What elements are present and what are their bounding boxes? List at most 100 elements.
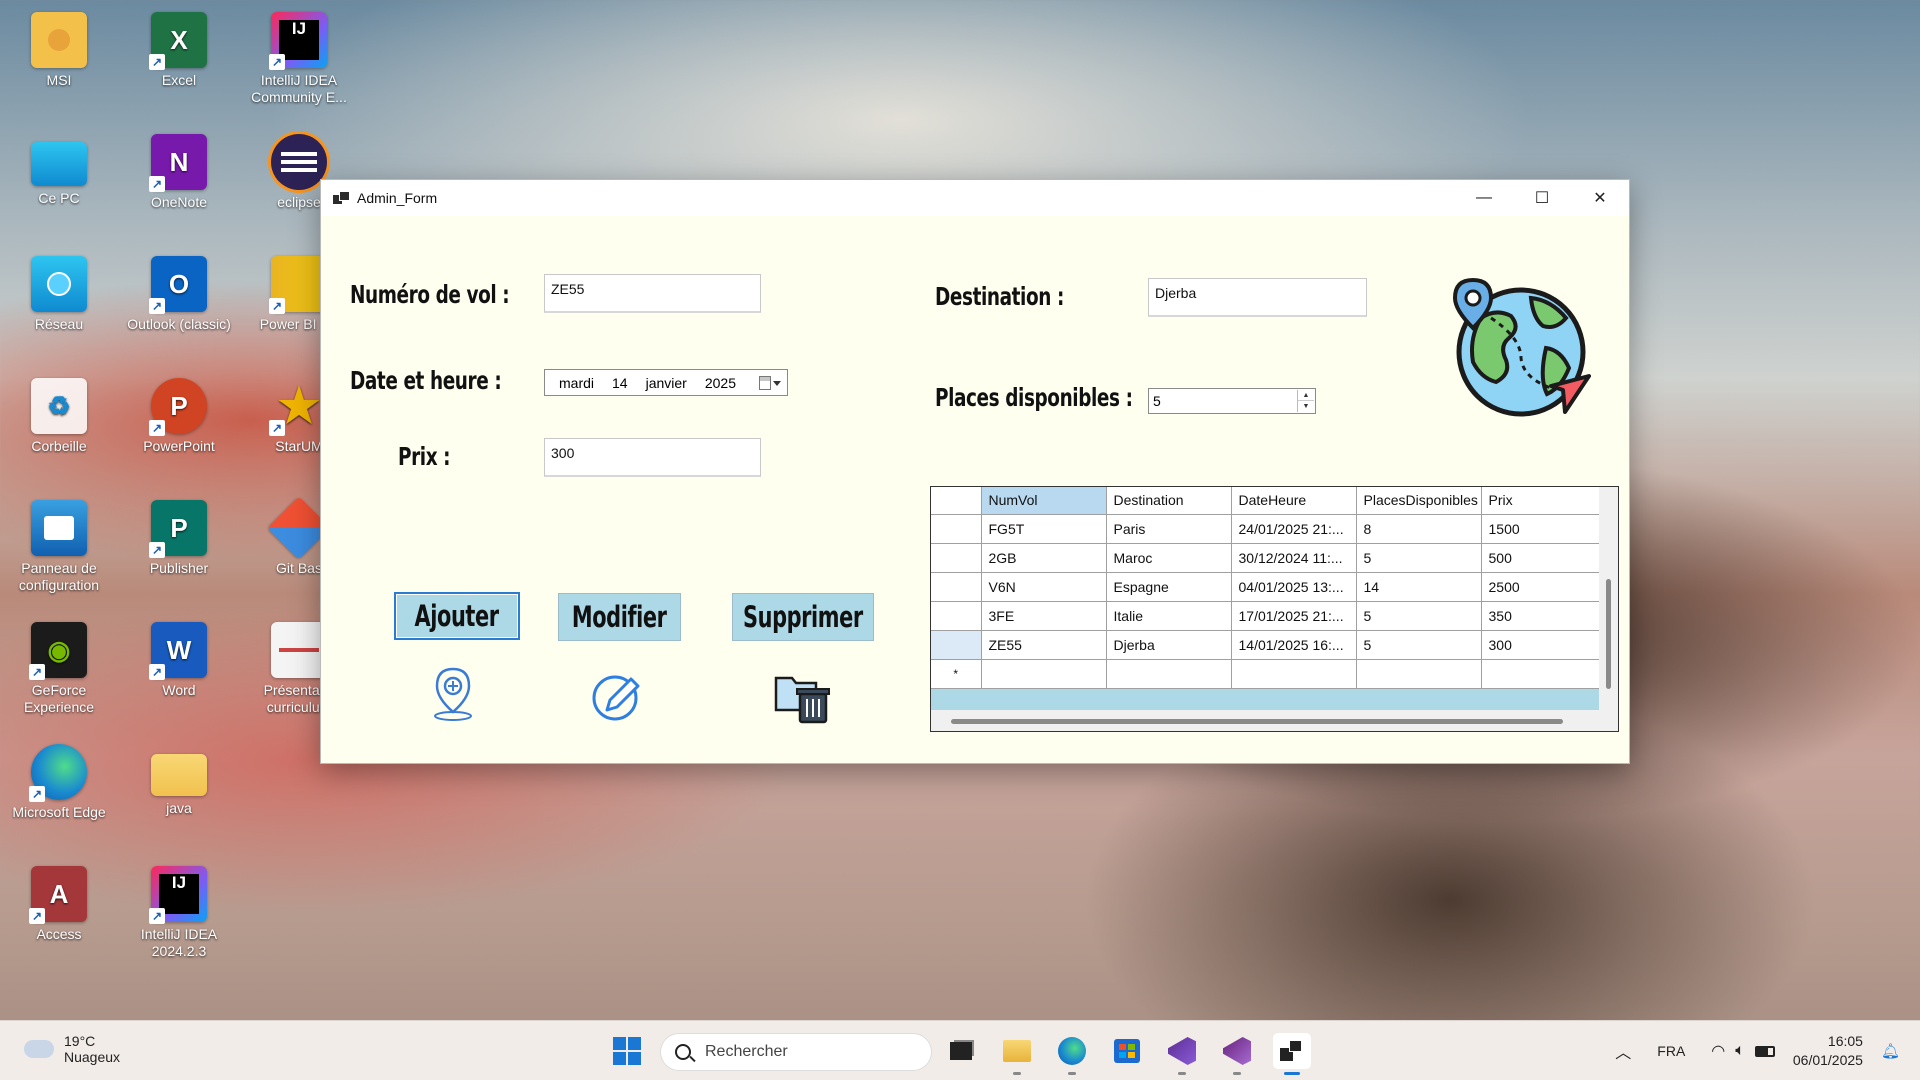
- table-cell[interactable]: [1231, 659, 1357, 689]
- numero-input[interactable]: ZE55: [544, 274, 761, 313]
- desktop-icon-word[interactable]: W ↗ Word: [124, 622, 234, 699]
- table-cell[interactable]: Italie: [1106, 601, 1232, 631]
- chevron-up-icon[interactable]: ︿: [1615, 1039, 1631, 1063]
- prix-input[interactable]: 300: [544, 438, 761, 477]
- desktop-icon-outlook[interactable]: O ↗ Outlook (classic): [124, 256, 234, 333]
- notification-bell-icon[interactable]: 🔔︎: [1881, 1042, 1900, 1060]
- table-cell[interactable]: V6N: [981, 572, 1107, 602]
- table-cell[interactable]: [981, 659, 1107, 689]
- table-cell[interactable]: [1481, 659, 1607, 689]
- vertical-scrollbar[interactable]: [1599, 487, 1618, 711]
- desktop-icon-publisher[interactable]: P ↗ Publisher: [124, 500, 234, 577]
- new-row-marker[interactable]: *: [931, 659, 982, 689]
- table-cell[interactable]: 1500: [1481, 514, 1607, 544]
- table-cell[interactable]: 30/12/2024 11:...: [1231, 543, 1357, 573]
- desktop-icon-edge[interactable]: ↗ Microsoft Edge: [4, 744, 114, 821]
- desktop-icon-java[interactable]: java: [124, 744, 234, 817]
- row-header[interactable]: [931, 572, 982, 602]
- start-button[interactable]: [608, 1033, 646, 1069]
- table-cell[interactable]: 04/01/2025 13:...: [1231, 572, 1357, 602]
- table-cell[interactable]: 24/01/2025 21:...: [1231, 514, 1357, 544]
- table-cell[interactable]: 17/01/2025 21:...: [1231, 601, 1357, 631]
- desktop-icon-ce-pc[interactable]: Ce PC: [4, 134, 114, 207]
- table-cell[interactable]: 3FE: [981, 601, 1107, 631]
- column-header[interactable]: PlacesDisponibles: [1356, 487, 1482, 515]
- ajouter-button[interactable]: Ajouter: [394, 592, 520, 640]
- desktop-icon-intellij-community[interactable]: IJ ↗ IntelliJ IDEA Community E...: [244, 12, 354, 106]
- taskbar-search[interactable]: Rechercher: [660, 1033, 932, 1071]
- supprimer-button[interactable]: Supprimer: [732, 593, 874, 641]
- column-header[interactable]: Destination: [1106, 487, 1232, 515]
- table-cell[interactable]: 350: [1481, 601, 1607, 631]
- table-cell[interactable]: Espagne: [1106, 572, 1232, 602]
- table-cell[interactable]: ZE55: [981, 630, 1107, 660]
- row-header[interactable]: [931, 630, 982, 660]
- table-row[interactable]: 3FE Italie 17/01/2025 21:... 5 350: [931, 601, 1607, 631]
- taskbar-visual-studio-installer[interactable]: [1163, 1033, 1201, 1075]
- table-cell[interactable]: 5: [1356, 601, 1482, 631]
- maximize-button[interactable]: ☐: [1513, 180, 1571, 216]
- language-indicator[interactable]: FRA: [1657, 1043, 1685, 1059]
- title-bar[interactable]: Admin_Form — ☐ ✕: [321, 180, 1629, 216]
- row-header[interactable]: [931, 514, 982, 544]
- table-cell[interactable]: 8: [1356, 514, 1482, 544]
- close-button[interactable]: ✕: [1571, 180, 1629, 216]
- flights-datagrid[interactable]: NumVol Destination DateHeure PlacesDispo…: [930, 486, 1619, 732]
- row-header-corner[interactable]: [931, 487, 982, 515]
- table-cell[interactable]: 5: [1356, 543, 1482, 573]
- table-row[interactable]: 2GB Maroc 30/12/2024 11:... 5 500: [931, 543, 1607, 573]
- modifier-button[interactable]: Modifier: [558, 593, 681, 641]
- taskbar-visual-studio[interactable]: [1218, 1033, 1256, 1075]
- wifi-icon[interactable]: ◠: [1711, 1041, 1725, 1061]
- minimize-button[interactable]: —: [1455, 180, 1513, 216]
- desktop-icon-panneau[interactable]: Panneau de configuration: [4, 500, 114, 594]
- table-cell[interactable]: 500: [1481, 543, 1607, 573]
- table-cell[interactable]: Maroc: [1106, 543, 1232, 573]
- desktop-icon-msi[interactable]: MSI: [4, 12, 114, 89]
- table-cell[interactable]: Paris: [1106, 514, 1232, 544]
- table-cell[interactable]: 300: [1481, 630, 1607, 660]
- destination-input[interactable]: Djerba: [1148, 278, 1367, 317]
- horizontal-scrollbar[interactable]: [931, 710, 1600, 731]
- desktop-icon-intellij[interactable]: IJ ↗ IntelliJ IDEA 2024.2.3: [124, 866, 234, 960]
- weather-widget[interactable]: 19°C Nuageux: [24, 1033, 120, 1065]
- taskbar-store[interactable]: [1108, 1033, 1146, 1069]
- table-cell[interactable]: 5: [1356, 630, 1482, 660]
- column-header[interactable]: DateHeure: [1231, 487, 1357, 515]
- desktop-icon-geforce[interactable]: ◉ ↗ GeForce Experience: [4, 622, 114, 716]
- table-cell[interactable]: [1356, 659, 1482, 689]
- table-cell[interactable]: [1106, 659, 1232, 689]
- desktop-icon-powerpoint[interactable]: P ↗ PowerPoint: [124, 378, 234, 455]
- clock[interactable]: 16:05 06/01/2025: [1793, 1032, 1863, 1070]
- table-row-selected[interactable]: ZE55 Djerba 14/01/2025 16:... 5 300: [931, 630, 1607, 660]
- table-cell[interactable]: 14: [1356, 572, 1482, 602]
- table-row[interactable]: FG5T Paris 24/01/2025 21:... 8 1500: [931, 514, 1607, 544]
- date-picker[interactable]: mardi 14 janvier 2025: [544, 369, 788, 396]
- row-header[interactable]: [931, 543, 982, 573]
- desktop-icon-corbeille[interactable]: ♻ Corbeille: [4, 378, 114, 455]
- spin-down-icon[interactable]: ▼: [1298, 401, 1314, 412]
- table-row[interactable]: V6N Espagne 04/01/2025 13:... 14 2500: [931, 572, 1607, 602]
- calendar-dropdown-icon[interactable]: [759, 375, 781, 391]
- scrollbar-thumb[interactable]: [951, 719, 1563, 724]
- column-header[interactable]: Prix: [1481, 487, 1607, 515]
- column-header[interactable]: NumVol: [981, 487, 1107, 515]
- table-cell[interactable]: 14/01/2025 16:...: [1231, 630, 1357, 660]
- row-header[interactable]: [931, 601, 982, 631]
- table-cell[interactable]: FG5T: [981, 514, 1107, 544]
- desktop-icon-excel[interactable]: X ↗ Excel: [124, 12, 234, 89]
- places-numeric-updown[interactable]: 5 ▲ ▼: [1148, 388, 1316, 414]
- taskbar-edge[interactable]: [1053, 1033, 1091, 1075]
- table-cell[interactable]: Djerba: [1106, 630, 1232, 660]
- new-row[interactable]: *: [931, 659, 1607, 689]
- scrollbar-thumb[interactable]: [1606, 579, 1611, 689]
- desktop-icon-onenote[interactable]: N ↗ OneNote: [124, 134, 234, 211]
- taskbar-file-explorer[interactable]: [998, 1033, 1036, 1075]
- desktop-icon-access[interactable]: A ↗ Access: [4, 866, 114, 943]
- spin-up-icon[interactable]: ▲: [1298, 390, 1314, 401]
- battery-icon[interactable]: [1754, 1045, 1775, 1057]
- table-cell[interactable]: 2500: [1481, 572, 1607, 602]
- desktop-icon-reseau[interactable]: Réseau: [4, 256, 114, 333]
- taskbar-admin-form[interactable]: [1273, 1033, 1311, 1075]
- taskview-button[interactable]: [942, 1033, 980, 1069]
